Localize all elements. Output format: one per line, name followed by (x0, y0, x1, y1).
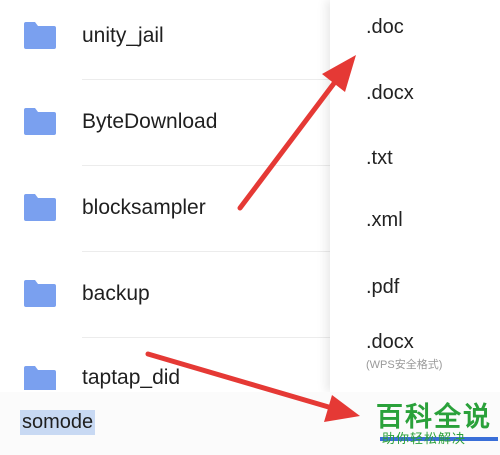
arrow-to-extension-selector-icon (145, 351, 360, 422)
arrow-to-doc-option-icon (237, 55, 356, 211)
annotation-arrows (145, 55, 360, 422)
